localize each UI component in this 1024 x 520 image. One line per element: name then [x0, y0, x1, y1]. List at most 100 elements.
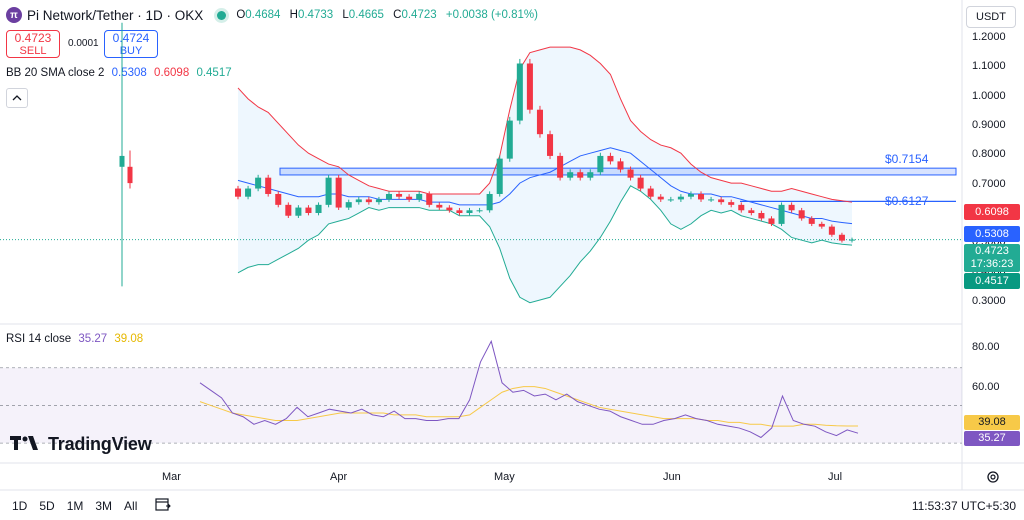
candle-body — [285, 204, 292, 216]
candle-body — [738, 204, 745, 211]
bb-lower-badge: 0.4517 — [964, 273, 1020, 289]
candle-body — [516, 63, 523, 121]
candle-body — [456, 210, 463, 214]
candle-body — [325, 177, 332, 205]
candle-body — [127, 166, 133, 184]
range-5d[interactable]: 5D — [39, 499, 54, 513]
rsi-value: 35.27 — [78, 333, 108, 345]
candle-body — [234, 188, 242, 197]
price-chart[interactable] — [0, 0, 1024, 520]
candle-body — [476, 210, 483, 212]
candle-body — [798, 210, 805, 219]
candle-body — [255, 177, 262, 189]
clock-timezone[interactable]: 11:53:37 UTC+5:30 — [912, 499, 1016, 513]
range-all[interactable]: All — [124, 499, 137, 513]
candle-body — [788, 204, 795, 211]
price-tick-9: 0.3000 — [972, 295, 1006, 307]
last-price-badge: 0.4723 17:36:23 — [964, 244, 1020, 272]
candle-body — [647, 188, 654, 197]
candle-body — [597, 155, 604, 173]
candle-body — [768, 218, 775, 224]
candle-body — [687, 193, 694, 197]
range-1m[interactable]: 1M — [67, 499, 84, 513]
candle-body — [426, 193, 433, 205]
candle-body — [728, 202, 735, 205]
rsi-badge: 35.27 — [964, 431, 1020, 446]
candle-body — [406, 196, 413, 200]
candle-body — [506, 120, 513, 159]
range-1d[interactable]: 1D — [12, 499, 27, 513]
brand-name: TradingView — [48, 434, 152, 454]
candle-body — [305, 207, 312, 214]
x-label-jul: Jul — [828, 471, 843, 483]
x-label-may: May — [494, 471, 515, 483]
rsi-ma-value: 39.08 — [114, 333, 144, 345]
candle-body — [265, 177, 272, 194]
price-tick-4: 0.8000 — [972, 148, 1006, 160]
price-tick-5: 0.7000 — [972, 178, 1006, 190]
candle-body — [385, 193, 393, 200]
candle-body — [396, 193, 403, 197]
candle-body — [677, 196, 684, 200]
rsi-tick-60: 60.00 — [972, 381, 1000, 393]
range-3m[interactable]: 3M — [95, 499, 112, 513]
candle-body — [295, 207, 302, 216]
candle-body — [838, 234, 845, 241]
candle-body — [607, 155, 614, 162]
candle-body — [315, 204, 322, 214]
date-range-calendar-icon[interactable] — [155, 497, 172, 514]
settings-gear-icon[interactable] — [986, 470, 1000, 489]
candle-body — [818, 223, 825, 227]
candle-body — [617, 161, 624, 170]
zone-price-label: $0.7154 — [885, 152, 929, 166]
price-tick-1: 1.1000 — [972, 60, 1006, 72]
candle-body — [637, 177, 644, 189]
candle-body — [708, 199, 715, 201]
candle-body — [526, 63, 533, 110]
rsi-ma-badge: 39.08 — [964, 415, 1020, 430]
rsi-tick-80: 80.00 — [972, 341, 1000, 353]
candle-body — [436, 204, 443, 208]
candle-body — [365, 199, 372, 203]
candle-body — [245, 188, 252, 197]
candle-body — [748, 210, 755, 214]
price-tick-0: 1.2000 — [972, 31, 1006, 43]
countdown-timer: 17:36:23 — [970, 258, 1014, 270]
candle-body — [627, 169, 634, 178]
candle-body — [567, 172, 574, 178]
price-tick-3: 0.9000 — [972, 119, 1006, 131]
candle-body — [335, 177, 342, 208]
candle-body — [446, 207, 453, 211]
x-label-apr: Apr — [330, 471, 348, 483]
candle-body — [536, 109, 543, 135]
tradingview-logo[interactable]: TradingView — [10, 434, 152, 455]
candle-body — [718, 199, 725, 203]
bb-upper-badge: 0.6098 — [964, 204, 1020, 220]
price-tick-2: 1.0000 — [972, 90, 1006, 102]
candle-body — [577, 172, 584, 178]
candle-body — [119, 155, 125, 167]
rsi-label: RSI 14 close — [6, 333, 72, 345]
tradingview-logo-icon — [10, 434, 40, 455]
bottom-toolbar: 1D 5D 1M 3M All 11:53:37 UTC+5:30 — [0, 491, 1024, 520]
candle-body — [667, 199, 674, 201]
candle-body — [275, 193, 282, 205]
candle-body — [557, 155, 564, 178]
candle-body — [697, 193, 705, 200]
candle-body — [778, 204, 785, 224]
candle-body — [848, 239, 856, 241]
rsi-legend[interactable]: RSI 14 close 35.27 39.08 — [6, 333, 143, 345]
candle-body — [355, 199, 362, 203]
candle-body — [828, 226, 835, 235]
candle-body — [758, 213, 765, 219]
candle-body — [375, 199, 382, 203]
x-label-mar: Mar — [162, 471, 181, 483]
bb-basis-badge: 0.5308 — [964, 226, 1020, 242]
candle-body — [466, 210, 473, 214]
candle-body — [496, 158, 503, 194]
candle-body — [416, 193, 423, 200]
candle-body — [547, 134, 554, 156]
candle-body — [486, 193, 493, 211]
x-label-jun: Jun — [663, 471, 681, 483]
last-price: 0.4723 — [975, 245, 1009, 257]
